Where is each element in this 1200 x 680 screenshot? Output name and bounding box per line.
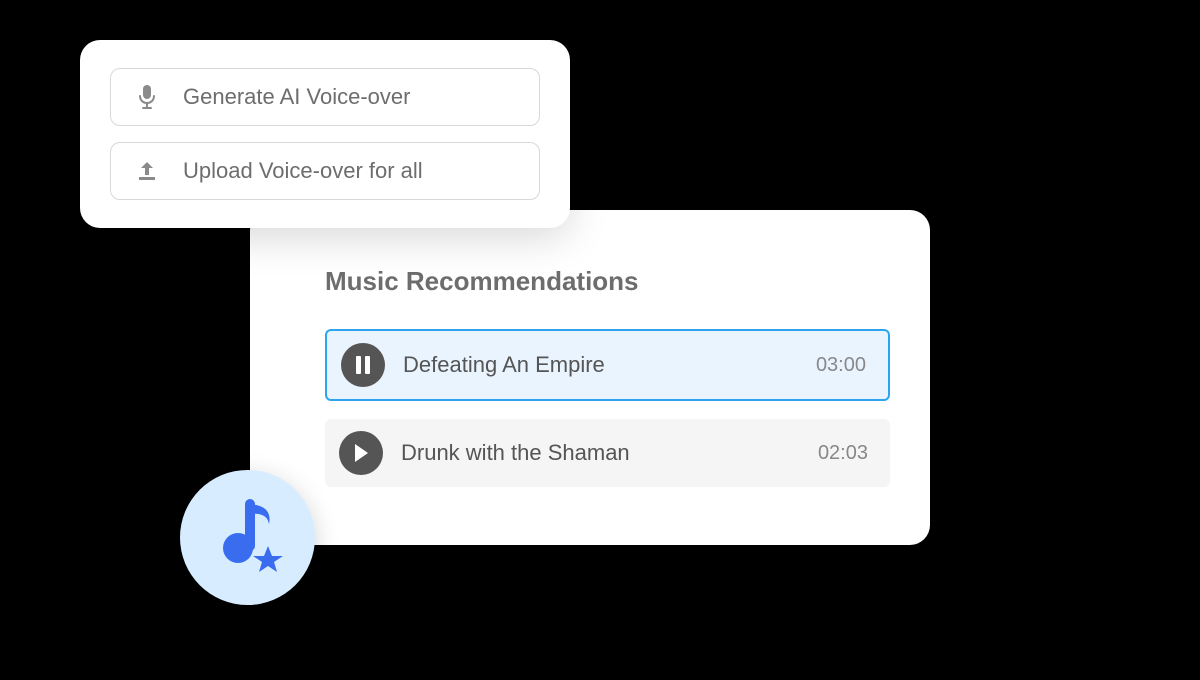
voiceover-panel: Generate AI Voice-over Upload Voice-over…: [80, 40, 570, 228]
music-track[interactable]: Defeating An Empire 03:00: [325, 329, 890, 401]
track-title: Drunk with the Shaman: [401, 440, 818, 466]
generate-voiceover-label: Generate AI Voice-over: [183, 84, 410, 110]
music-track[interactable]: Drunk with the Shaman 02:03: [325, 419, 890, 487]
upload-icon: [133, 157, 161, 185]
track-duration: 02:03: [818, 442, 868, 465]
upload-voiceover-label: Upload Voice-over for all: [183, 158, 423, 184]
generate-voiceover-button[interactable]: Generate AI Voice-over: [110, 68, 540, 126]
upload-voiceover-button[interactable]: Upload Voice-over for all: [110, 142, 540, 200]
music-note-star-icon: [203, 490, 293, 585]
play-icon[interactable]: [339, 431, 383, 475]
music-heading: Music Recommendations: [325, 266, 890, 297]
track-title: Defeating An Empire: [403, 352, 816, 378]
track-duration: 03:00: [816, 354, 866, 377]
music-badge: [180, 470, 315, 605]
pause-icon[interactable]: [341, 343, 385, 387]
microphone-icon: [133, 83, 161, 111]
music-recommendations-panel: Music Recommendations Defeating An Empir…: [250, 210, 930, 545]
